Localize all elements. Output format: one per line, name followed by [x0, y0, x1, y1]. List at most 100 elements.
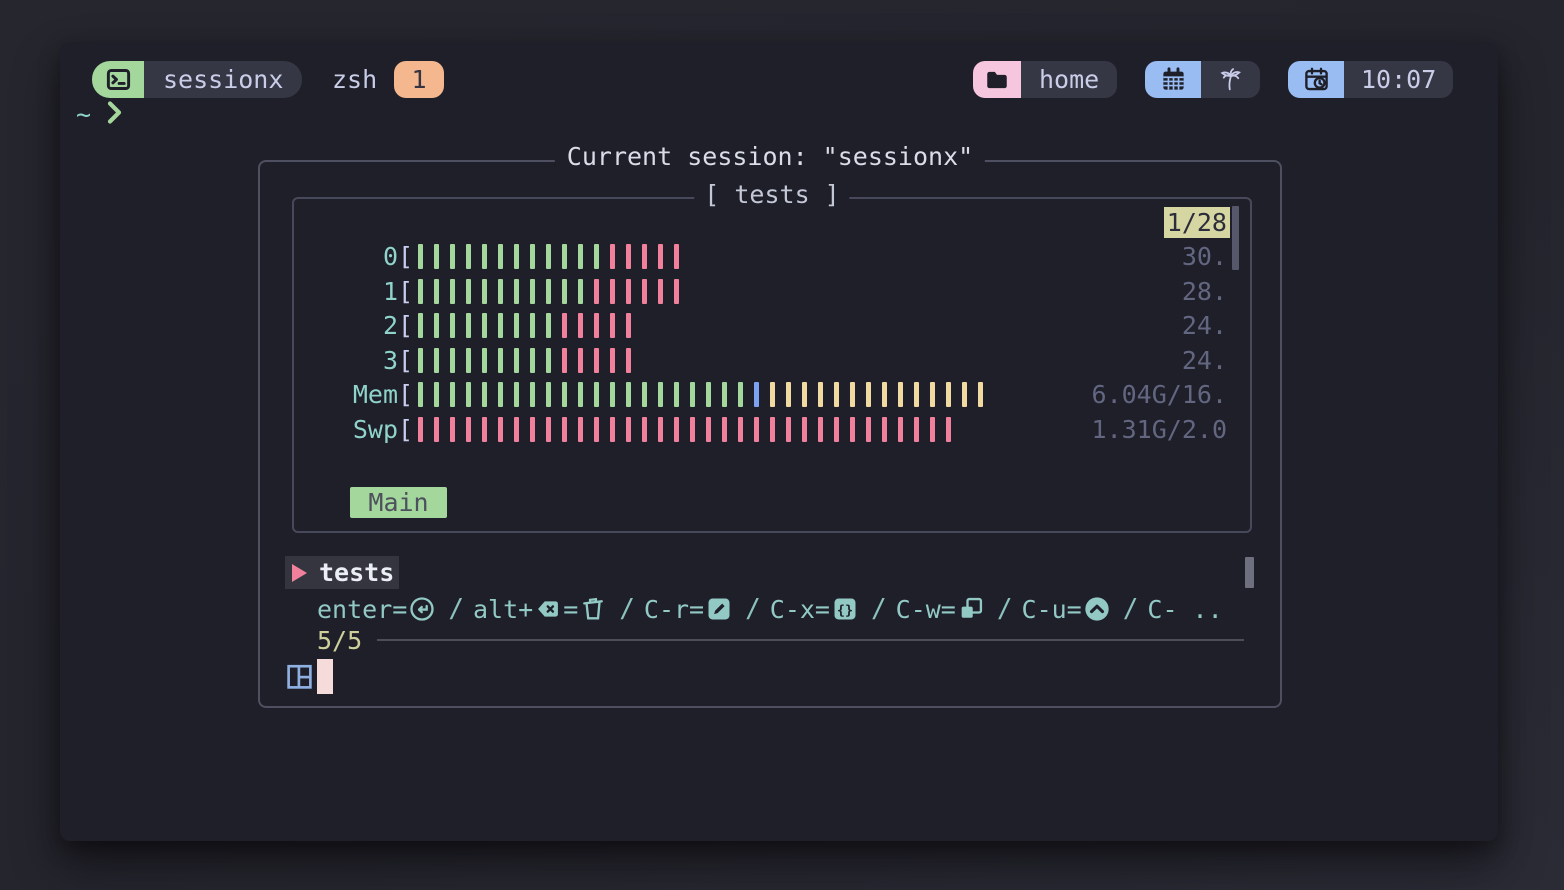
meter-bars — [418, 278, 690, 304]
meter-bar — [882, 417, 887, 442]
meter-bars — [418, 347, 642, 373]
meter-bar — [530, 279, 535, 304]
meter-bar — [642, 417, 647, 442]
meter-bar — [658, 244, 663, 269]
meter-bar — [626, 348, 631, 373]
help-hint-text: C-u= — [1022, 595, 1082, 624]
meter-bar — [818, 417, 823, 442]
meter-bar — [530, 382, 535, 407]
meter-bar — [482, 348, 487, 373]
trash-icon — [579, 595, 607, 623]
pointer-icon — [292, 564, 307, 582]
meter-bar — [514, 313, 519, 338]
meter-bar — [642, 279, 647, 304]
window-tab-main[interactable]: Main — [350, 487, 447, 518]
meter-value: 1.31G/2.0 — [1092, 415, 1250, 444]
meter-label: 3 — [294, 346, 398, 375]
help-hint: C- .. — [1147, 595, 1222, 624]
help-separator: / — [997, 594, 1013, 624]
window-name[interactable]: zsh — [332, 61, 377, 98]
help-separator: / — [745, 594, 761, 624]
meter-bar — [418, 279, 423, 304]
meter-bar — [610, 348, 615, 373]
calendar-icon — [1145, 61, 1201, 98]
help-hint-text: C-r= — [644, 595, 704, 624]
meter-bar — [706, 382, 711, 407]
meter-bar — [866, 417, 871, 442]
meter-label: Swp — [294, 415, 398, 444]
meter-bar — [514, 417, 519, 442]
meter-bar — [962, 382, 967, 407]
meter-bar — [434, 279, 439, 304]
selected-session-row[interactable]: tests — [285, 556, 399, 589]
htop-row: Swp[1.31G/2.0 — [294, 412, 1250, 447]
meter-bar — [578, 382, 583, 407]
htop-row: 3[24. — [294, 343, 1250, 378]
meter-label: 0 — [294, 242, 398, 271]
meter-bar — [834, 417, 839, 442]
meter-bar — [786, 417, 791, 442]
tasks-value: 1/28 — [1164, 207, 1230, 238]
meter-bar — [930, 382, 935, 407]
meter-bar — [930, 417, 935, 442]
list-scrollbar[interactable] — [1245, 557, 1254, 588]
htop-row: 1[28. — [294, 274, 1250, 309]
meter-bar — [434, 417, 439, 442]
counter-rule — [377, 639, 1244, 641]
svg-text:{}: {} — [837, 603, 853, 618]
rename-icon — [705, 595, 733, 623]
meter-bar — [514, 348, 519, 373]
meter-bar — [770, 382, 775, 407]
meter-bar — [850, 417, 855, 442]
meter-value: 6.04G/16. — [1092, 380, 1250, 409]
input-cursor[interactable] — [317, 659, 333, 694]
meter-bar — [434, 244, 439, 269]
help-hint-text: C-x= — [770, 595, 830, 624]
meter-bar — [418, 417, 423, 442]
session-item-label: tests — [319, 558, 394, 587]
meter-bar — [578, 348, 583, 373]
meter-label: 1 — [294, 277, 398, 306]
meter-bars — [418, 382, 994, 408]
meter-bar — [786, 382, 791, 407]
help-hint-text: C- .. — [1147, 595, 1222, 624]
return-icon — [408, 595, 436, 623]
meter-bar — [594, 244, 599, 269]
meter-bar — [770, 417, 775, 442]
meter-bar — [530, 244, 535, 269]
meter-bar — [466, 348, 471, 373]
meter-bar — [466, 244, 471, 269]
meter-label: 2 — [294, 311, 398, 340]
htop-tasks-row: 1/28 — [294, 205, 1250, 240]
meter-bar — [594, 348, 599, 373]
scroll-up-icon — [1083, 595, 1111, 623]
directory-name: home — [1021, 61, 1117, 98]
meter-bar — [594, 417, 599, 442]
preview-scrollbar[interactable] — [1232, 206, 1239, 270]
help-separator: / — [871, 594, 887, 624]
meter-bar — [498, 279, 503, 304]
meter-bar — [562, 313, 567, 338]
meter-bar — [690, 382, 695, 407]
meter-bar — [738, 417, 743, 442]
htop-meters: 1/280[30.1[28.2[24.3[24.Mem[6.04G/16.Swp… — [294, 205, 1250, 447]
terminal-window: sessionx zsh 1 home 10:07 ~ Current sess… — [60, 42, 1498, 841]
help-separator: / — [448, 594, 464, 624]
meter-bar — [450, 348, 455, 373]
meter-bar — [434, 348, 439, 373]
meter-bar — [578, 417, 583, 442]
meter-bar — [498, 244, 503, 269]
meter-bar — [882, 382, 887, 407]
session-pill[interactable]: sessionx — [92, 61, 302, 98]
meter-value: 28. — [1182, 277, 1250, 306]
help-hint: C-x= {} — [770, 595, 860, 624]
help-hint: alt+= — [473, 595, 608, 624]
match-counter: 5/5 — [317, 626, 362, 655]
meter-bar — [658, 279, 663, 304]
meter-bar — [498, 348, 503, 373]
meter-bar — [562, 382, 567, 407]
window-index-badge[interactable]: 1 — [394, 61, 444, 98]
folder-icon — [973, 61, 1021, 98]
meter-bar — [482, 417, 487, 442]
meter-bar — [562, 417, 567, 442]
